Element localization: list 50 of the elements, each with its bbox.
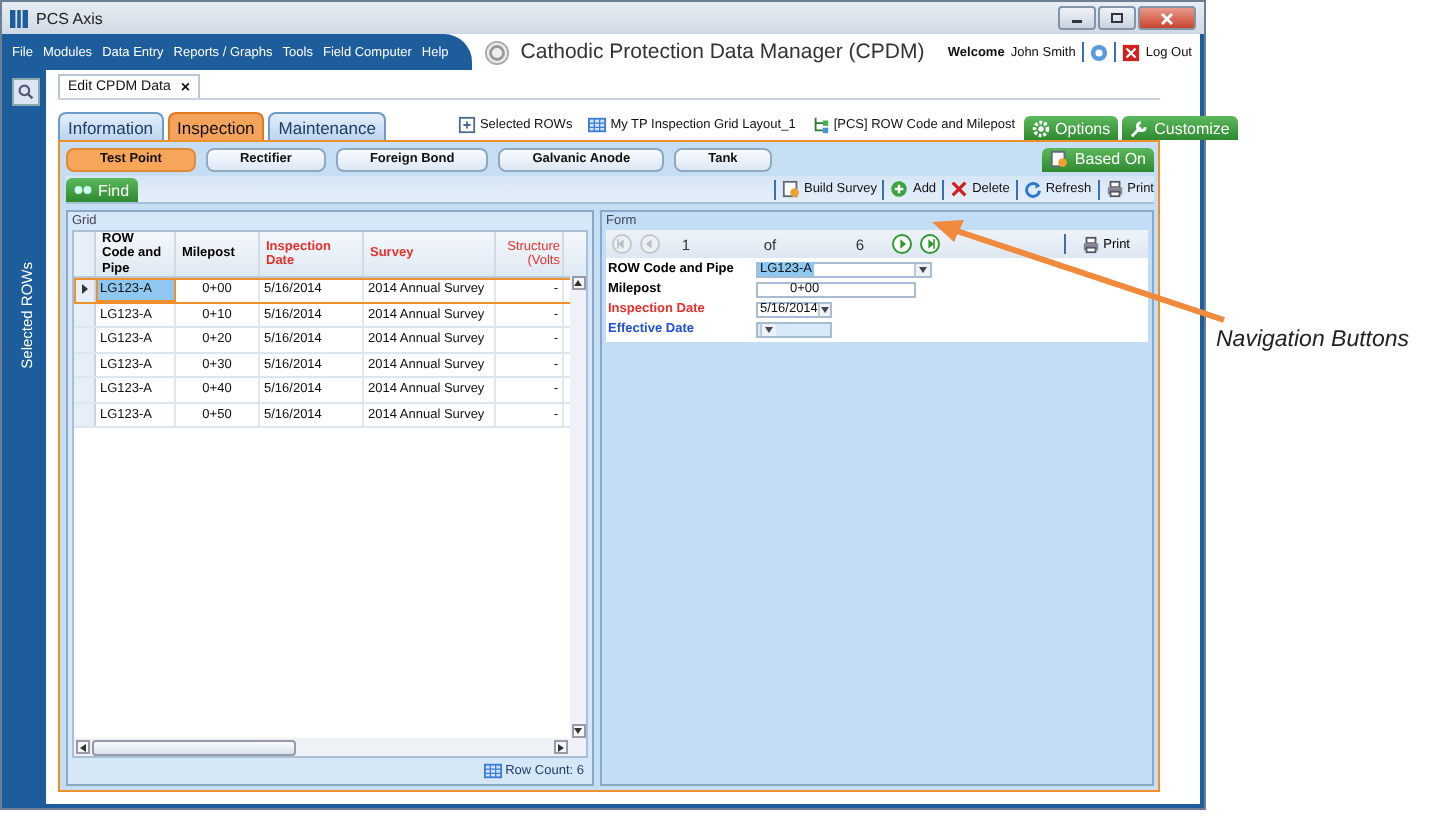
close-icon (1160, 11, 1174, 25)
scroll-left-button[interactable] (76, 740, 90, 754)
printer-icon (1081, 235, 1100, 253)
caret-icon (918, 265, 928, 273)
binoculars-icon (74, 184, 92, 196)
table-icon (483, 762, 502, 780)
search-icon (18, 84, 34, 100)
scrollbar-thumb[interactable] (92, 739, 296, 755)
last-record-button[interactable] (920, 234, 940, 254)
close-button[interactable] (1138, 6, 1196, 30)
wrench-icon (1130, 119, 1149, 137)
row-selector[interactable] (74, 278, 96, 301)
scroll-down-button[interactable] (571, 724, 585, 738)
next-record-button[interactable] (892, 234, 912, 254)
grid-icon (588, 116, 607, 134)
caret-icon (764, 325, 774, 333)
forward-arrow-icon (894, 236, 910, 252)
module-tab[interactable]: Information (58, 112, 164, 140)
tab-close-button[interactable]: × (180, 78, 191, 96)
gear-icon (1031, 119, 1050, 137)
maximize-icon (1110, 12, 1124, 24)
right-arrow-icon (558, 743, 564, 751)
ring-logo-icon (484, 39, 511, 65)
left-arrow-icon (80, 743, 86, 751)
window-title: PCS Axis (36, 9, 105, 27)
back-arrow-icon (614, 236, 630, 252)
date-field[interactable] (756, 321, 832, 337)
minimize-button[interactable] (1058, 6, 1096, 30)
app-title: Cathodic Protection Data Manager (CPDM) (520, 40, 925, 64)
module-tab[interactable]: Maintenance (268, 112, 386, 140)
search-button[interactable] (12, 78, 40, 106)
maximize-button[interactable] (1098, 6, 1136, 30)
logout-icon[interactable] (1121, 43, 1140, 61)
tree-icon (811, 116, 830, 134)
up-arrow-icon (574, 280, 582, 286)
scroll-right-button[interactable] (554, 740, 568, 754)
back-arrow-icon (642, 236, 658, 252)
module-tab[interactable]: Inspection (167, 112, 265, 140)
delete-icon (950, 180, 969, 198)
callout-label: Navigation Buttons (1216, 328, 1410, 352)
row-pointer-icon (81, 284, 87, 295)
add-icon (890, 180, 909, 198)
caret-icon (819, 305, 830, 313)
refresh-icon (1023, 180, 1042, 198)
forward-arrow-icon (922, 236, 938, 252)
print-icon (1105, 180, 1124, 198)
app-logo-icon (10, 9, 28, 27)
down-arrow-icon (574, 728, 582, 734)
document-icon (1050, 150, 1069, 168)
scroll-up-button[interactable] (571, 276, 585, 290)
